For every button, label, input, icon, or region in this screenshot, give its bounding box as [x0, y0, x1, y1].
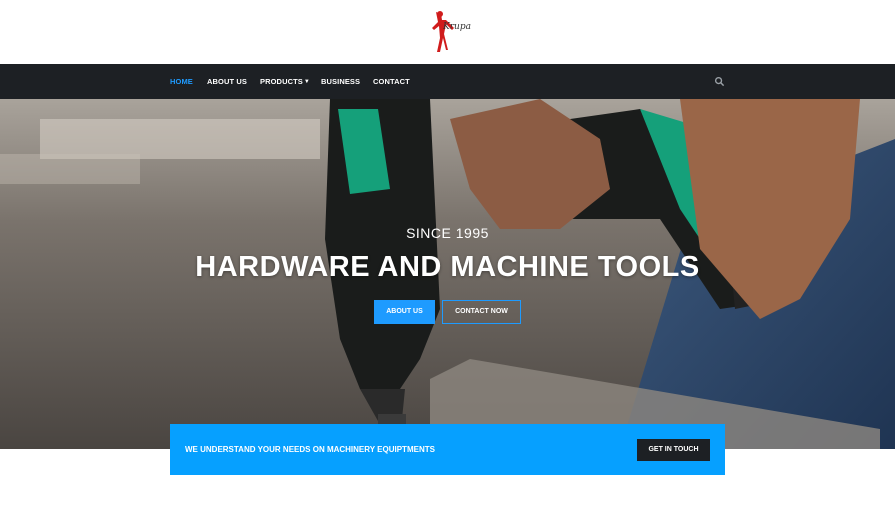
nav-products[interactable]: PRODUCTS▼	[260, 64, 310, 99]
about-us-button[interactable]: ABOUT US	[374, 300, 435, 324]
nav-products-label: PRODUCTS	[260, 77, 303, 86]
hero-title: HARDWARE AND MACHINE TOOLS	[195, 251, 700, 283]
hero-since: SINCE 1995	[406, 225, 489, 241]
cta-banner: WE UNDERSTAND YOUR NEEDS ON MACHINERY EQ…	[170, 424, 725, 475]
nav-home[interactable]: HOME	[170, 64, 193, 99]
chevron-down-icon: ▼	[303, 79, 310, 85]
get-in-touch-button[interactable]: GET IN TOUCH	[637, 439, 710, 461]
search-icon[interactable]	[714, 76, 725, 87]
nav-about-us[interactable]: ABOUT US	[207, 64, 247, 99]
brand-logo[interactable]: Krupa	[424, 8, 472, 54]
logo-text: Krupa	[443, 22, 471, 32]
contact-now-button[interactable]: CONTACT NOW	[442, 300, 521, 324]
nav-contact[interactable]: CONTACT	[373, 64, 410, 99]
cta-text: WE UNDERSTAND YOUR NEEDS ON MACHINERY EQ…	[185, 445, 435, 454]
main-navbar: HOME ABOUT US PRODUCTS▼ BUSINESS CONTACT	[0, 64, 895, 99]
nav-business[interactable]: BUSINESS	[321, 64, 360, 99]
top-header: Krupa	[0, 0, 895, 64]
hero-banner: SINCE 1995 HARDWARE AND MACHINE TOOLS AB…	[0, 99, 895, 449]
